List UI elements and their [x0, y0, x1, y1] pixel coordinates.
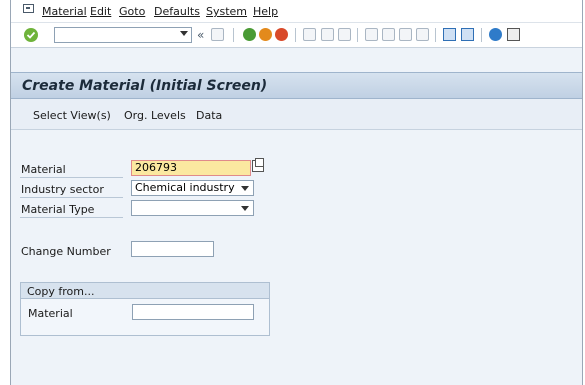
- label-underline: [20, 177, 123, 178]
- industry-sector-label: Industry sector: [21, 183, 104, 196]
- copy-from-title: Copy from...: [27, 285, 95, 298]
- first-page-icon[interactable]: [365, 28, 378, 41]
- menu-bar: Material Edit Goto Defaults System Help: [11, 0, 582, 23]
- copy-from-group: Copy from... Material: [20, 282, 270, 336]
- command-field[interactable]: [54, 27, 192, 43]
- group-header: Copy from...: [21, 283, 269, 299]
- application-toolbar: Select View(s) Org. Levels Data: [11, 99, 582, 130]
- create-session-icon[interactable]: [443, 28, 456, 41]
- customize-layout-icon[interactable]: [507, 28, 520, 41]
- menu-help[interactable]: Help: [253, 5, 278, 18]
- page-title: Create Material (Initial Screen): [22, 78, 268, 94]
- menu-system[interactable]: System: [206, 5, 247, 18]
- label-underline: [20, 197, 123, 198]
- collapse-icon[interactable]: «: [197, 28, 204, 42]
- menu-edit[interactable]: Edit: [90, 5, 111, 18]
- org-levels-button[interactable]: Org. Levels: [124, 109, 186, 122]
- cancel-icon[interactable]: [275, 28, 288, 41]
- toolbar-separator: [357, 28, 358, 42]
- chevron-down-icon[interactable]: [180, 31, 188, 36]
- toolbar-separator: [481, 28, 482, 42]
- last-page-icon[interactable]: [416, 28, 429, 41]
- change-number-label: Change Number: [21, 245, 111, 258]
- back-icon[interactable]: [243, 28, 256, 41]
- save-icon[interactable]: [211, 28, 224, 41]
- copy-material-input[interactable]: [132, 304, 254, 320]
- material-type-select[interactable]: [131, 200, 254, 216]
- enter-check-icon[interactable]: [24, 28, 38, 42]
- prev-page-icon[interactable]: [382, 28, 395, 41]
- toolbar-separator: [233, 28, 234, 42]
- shortcut-icon[interactable]: [461, 28, 474, 41]
- copy-material-label: Material: [28, 307, 73, 320]
- industry-sector-select[interactable]: Chemical industry: [131, 180, 254, 196]
- menu-material[interactable]: Material: [42, 5, 87, 18]
- material-input[interactable]: 206793: [131, 160, 251, 176]
- chevron-down-icon[interactable]: [241, 186, 249, 191]
- screen-title-bar: Create Material (Initial Screen): [11, 72, 582, 99]
- exit-icon[interactable]: [259, 28, 272, 41]
- toolbar-separator: [295, 28, 296, 42]
- sap-window: Material Edit Goto Defaults System Help …: [10, 0, 583, 385]
- select-views-button[interactable]: Select View(s): [33, 109, 111, 122]
- change-number-input[interactable]: [131, 241, 214, 257]
- toolbar-separator: [435, 28, 436, 42]
- menu-goto[interactable]: Goto: [119, 5, 145, 18]
- print-icon[interactable]: [303, 28, 316, 41]
- menu-defaults[interactable]: Defaults: [154, 5, 200, 18]
- next-page-icon[interactable]: [399, 28, 412, 41]
- material-type-label: Material Type: [21, 203, 95, 216]
- chevron-down-icon[interactable]: [241, 206, 249, 211]
- label-underline: [20, 217, 123, 218]
- help-icon[interactable]: [489, 28, 502, 41]
- find-icon[interactable]: [321, 28, 334, 41]
- material-label: Material: [21, 163, 66, 176]
- value-help-icon[interactable]: [252, 158, 264, 172]
- standard-toolbar: «: [11, 23, 582, 48]
- find-next-icon[interactable]: [338, 28, 351, 41]
- menu-window-icon[interactable]: [23, 4, 34, 13]
- data-button[interactable]: Data: [196, 109, 222, 122]
